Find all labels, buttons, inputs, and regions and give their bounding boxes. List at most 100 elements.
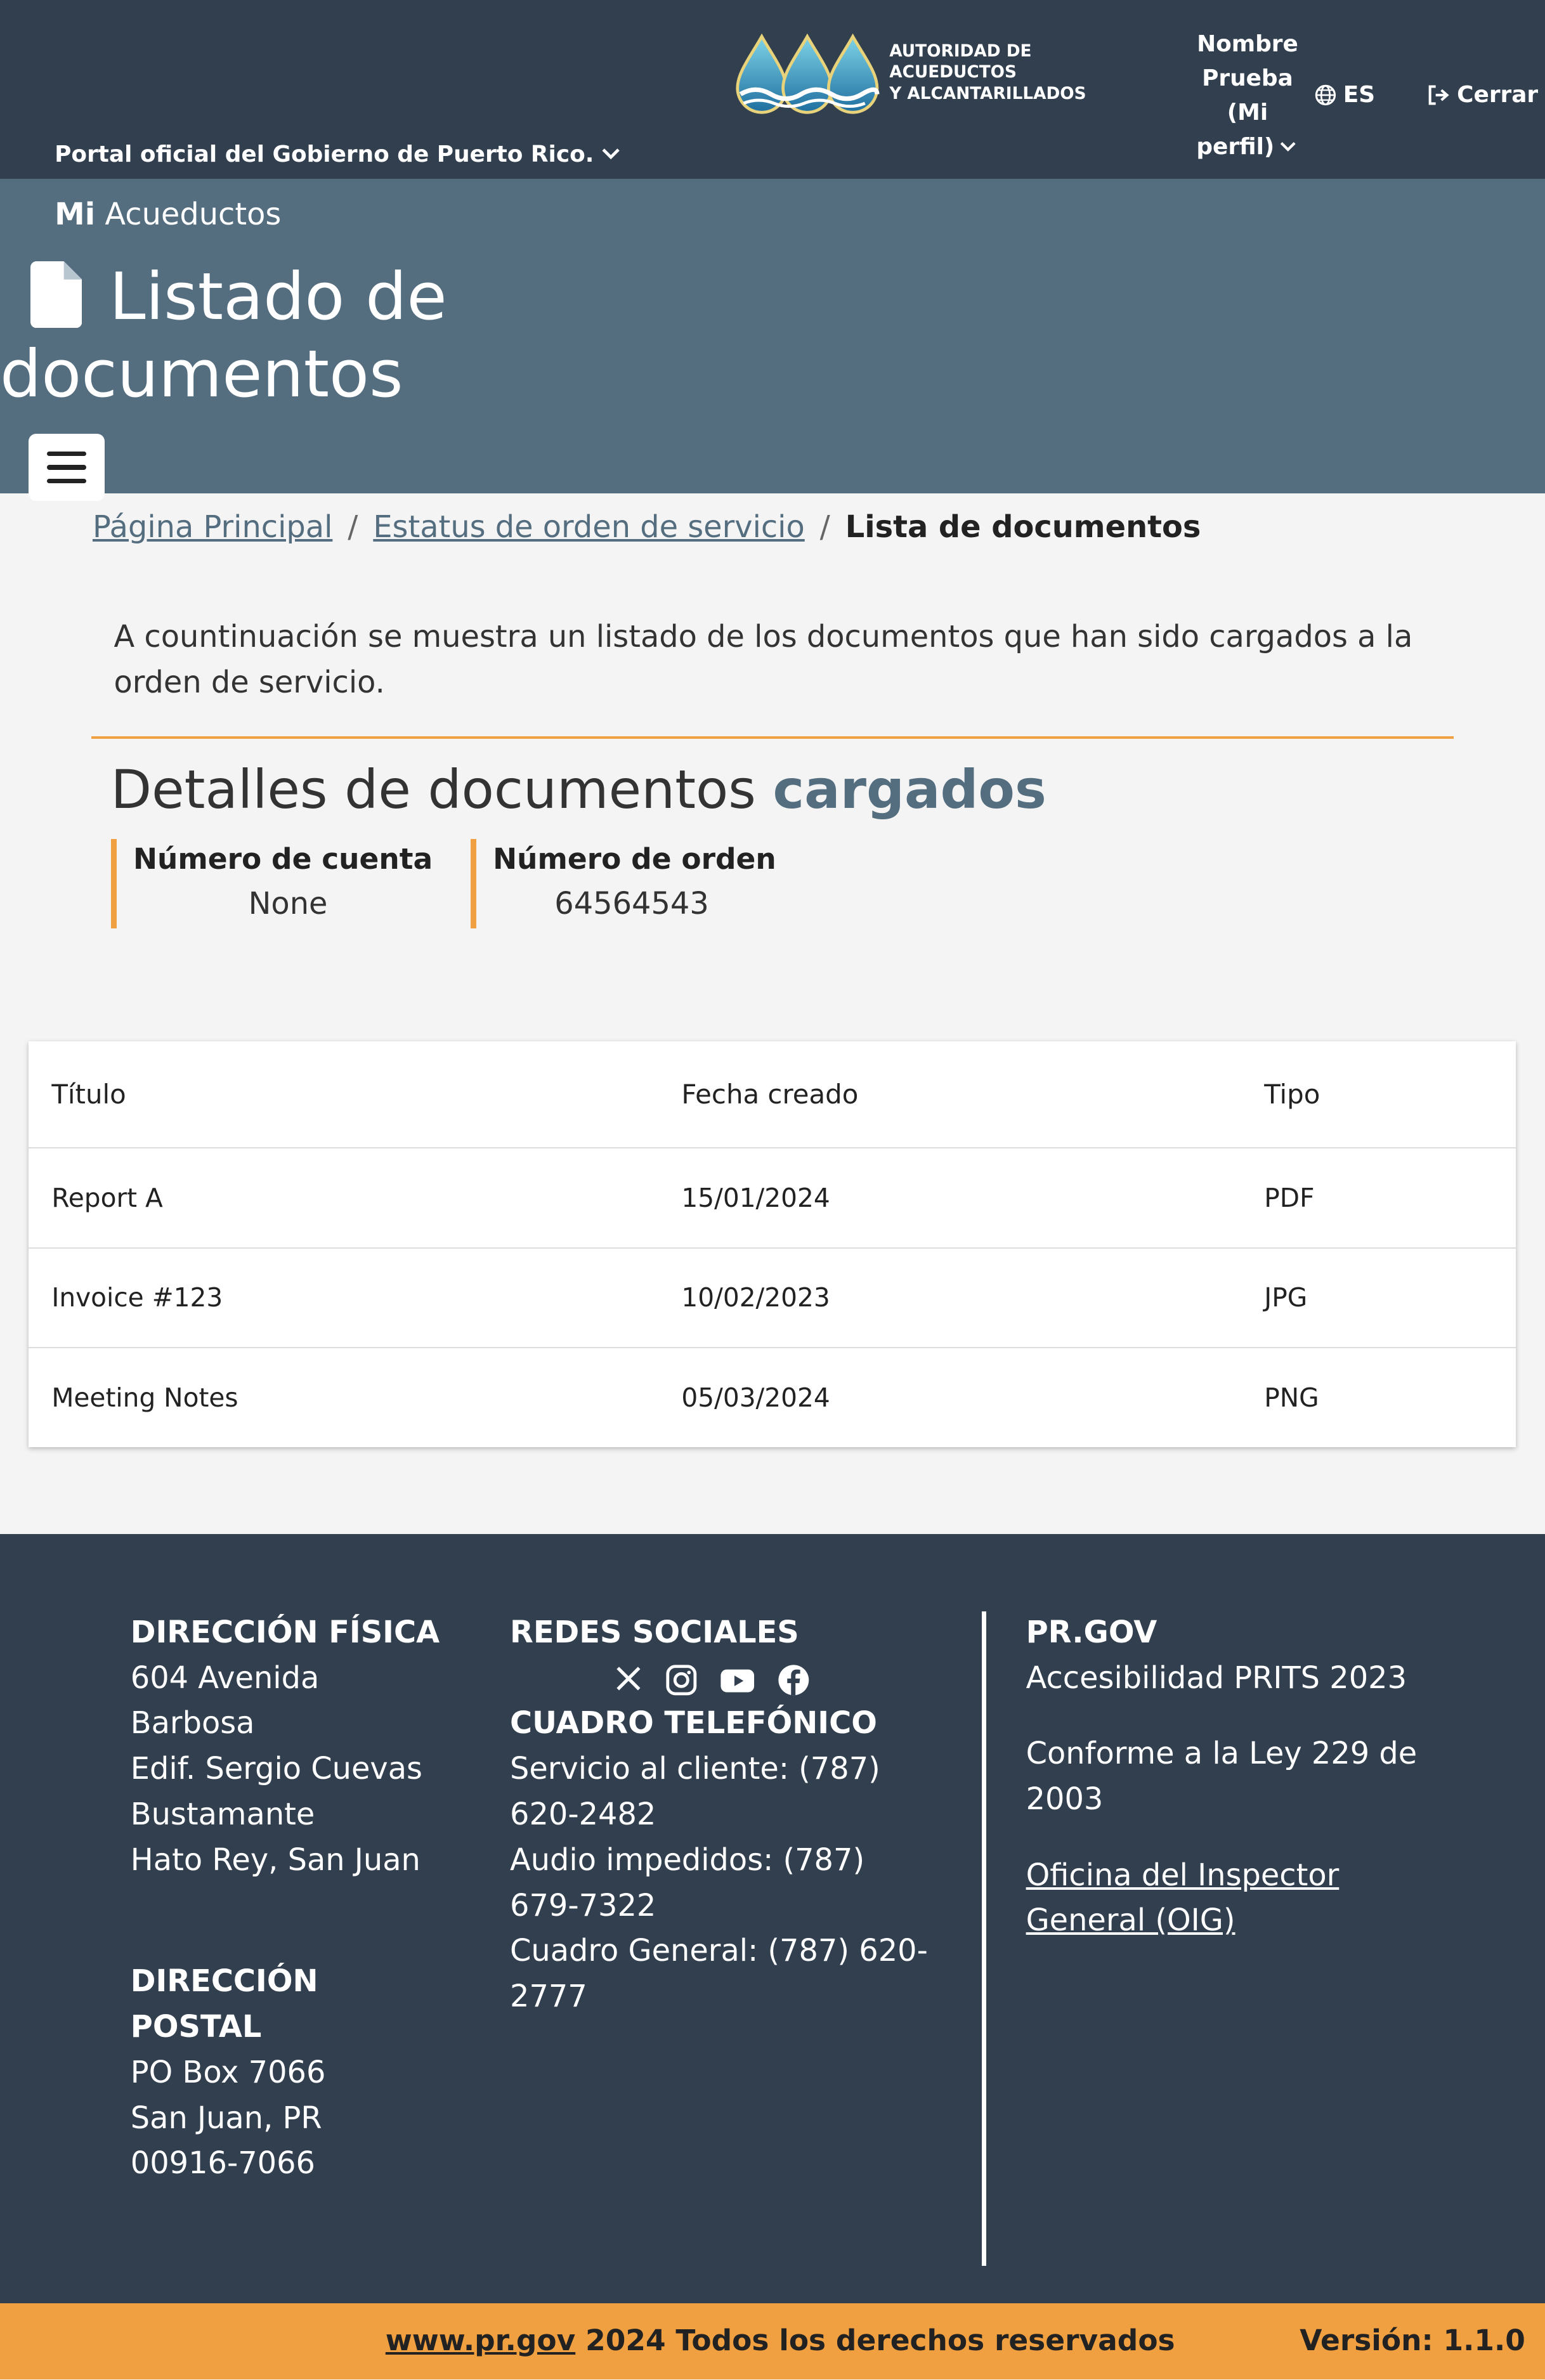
oig-link-line2: General (OIG) bbox=[1026, 1903, 1235, 1939]
phone-title: CUADRO TELEFÓNICO bbox=[510, 1706, 877, 1741]
language-selector[interactable]: ES bbox=[1314, 82, 1375, 108]
footer-contact: REDES SOCIALES CUADRO TELEFÓNICO Servici… bbox=[510, 1610, 950, 2020]
top-bar: Portal oficial del Gobierno de Puerto Ri… bbox=[0, 0, 1545, 179]
postal-address-title-2: POSTAL bbox=[130, 2010, 262, 2045]
copyright-text: www.pr.gov 2024 Todos los derechos reser… bbox=[386, 2324, 1175, 2357]
page-title-line1: Listado de bbox=[109, 258, 447, 335]
oig-link[interactable]: Oficina del Inspector General (OIG) bbox=[1026, 1853, 1482, 1944]
phone-line: Servicio al cliente: (787) bbox=[510, 1752, 880, 1787]
phone-line: 620-2482 bbox=[510, 1797, 656, 1832]
order-number-value: 64564543 bbox=[554, 886, 709, 921]
phone-line: 679-7322 bbox=[510, 1888, 656, 1923]
order-number-label: Número de orden bbox=[493, 842, 776, 876]
breadcrumb-status-link[interactable]: Estatus de orden de servicio bbox=[373, 510, 804, 545]
cell-date: 15/01/2024 bbox=[681, 1182, 830, 1213]
account-number-value: None bbox=[248, 886, 328, 921]
footer-vertical-divider bbox=[982, 1611, 987, 2266]
cell-title: Meeting Notes bbox=[51, 1382, 238, 1413]
phone-line: Audio impedidos: (787) bbox=[510, 1842, 865, 1878]
cell-title: Report A bbox=[51, 1182, 163, 1213]
chevron-down-icon bbox=[602, 148, 620, 160]
social-links bbox=[613, 1663, 950, 1697]
youtube-icon[interactable] bbox=[719, 1663, 755, 1697]
column-header-title[interactable]: Título bbox=[29, 1079, 681, 1110]
phone-line: Cuadro General: (787) 620- bbox=[510, 1934, 928, 1969]
prgov-title: PR.GOV bbox=[1026, 1615, 1157, 1650]
column-header-date[interactable]: Fecha creado bbox=[681, 1079, 1264, 1110]
profile-name-line1: Nombre bbox=[1197, 31, 1298, 58]
cell-title: Invoice #123 bbox=[51, 1282, 223, 1313]
page-title: Listado de documentos bbox=[0, 258, 607, 413]
file-icon bbox=[30, 261, 82, 328]
profile-name-line2: Prueba bbox=[1202, 65, 1293, 91]
column-header-type[interactable]: Tipo bbox=[1264, 1079, 1516, 1110]
instagram-icon[interactable] bbox=[665, 1663, 698, 1697]
copyright-bar: www.pr.gov 2024 Todos los derechos reser… bbox=[0, 2303, 1545, 2380]
social-title: REDES SOCIALES bbox=[510, 1615, 799, 1650]
cell-date: 05/03/2024 bbox=[681, 1382, 830, 1413]
address-line: Hato Rey, San Juan bbox=[130, 1842, 420, 1878]
brand-rest: Acueductos bbox=[105, 197, 282, 233]
hamburger-line bbox=[47, 478, 87, 484]
physical-address-title: DIRECCIÓN FÍSICA bbox=[130, 1615, 440, 1650]
hamburger-line bbox=[47, 465, 87, 470]
table-row[interactable]: Invoice #123 10/02/2023 JPG bbox=[29, 1247, 1516, 1348]
order-number-field: Número de orden 64564543 bbox=[470, 839, 788, 929]
breadcrumb-separator: / bbox=[819, 510, 830, 545]
hamburger-menu-button[interactable] bbox=[29, 434, 105, 501]
phone-line: 2777 bbox=[510, 1979, 587, 2015]
account-number-label: Número de cuenta bbox=[133, 842, 433, 876]
prgov-law-line1: Conforme a la Ley 229 de bbox=[1026, 1736, 1418, 1772]
logo-text-line2: Y ALCANTARILLADOS bbox=[889, 84, 1086, 103]
postal-line: 00916-7066 bbox=[130, 2146, 316, 2182]
hamburger-line bbox=[47, 451, 87, 457]
cell-type: PDF bbox=[1264, 1182, 1315, 1213]
gov-portal-label: Portal oficial del Gobierno de Puerto Ri… bbox=[55, 141, 594, 167]
aaa-logo[interactable]: AUTORIDAD DE ACUEDUCTOS Y ALCANTARILLADO… bbox=[734, 30, 1163, 115]
footer: DIRECCIÓN FÍSICA 604 Avenida Barbosa Edi… bbox=[0, 1534, 1545, 2304]
water-drops-logo-icon bbox=[736, 33, 880, 114]
logout-button[interactable]: Cerrar bbox=[1426, 82, 1538, 108]
prgov-law-line2: 2003 bbox=[1026, 1782, 1104, 1818]
prgov-site-link[interactable]: www.pr.gov bbox=[386, 2324, 575, 2357]
table-row[interactable]: Report A 15/01/2024 PDF bbox=[29, 1147, 1516, 1247]
footer-prgov: PR.GOV Accesibilidad PRITS 2023 Conforme… bbox=[1026, 1610, 1482, 1944]
page-hero: Mi Acueductos Listado de documentos bbox=[0, 179, 1545, 501]
documents-table: Título Fecha creado Tipo Report A 15/01/… bbox=[29, 1041, 1516, 1447]
rights-text: 2024 Todos los derechos reservados bbox=[585, 2323, 1175, 2357]
address-line: 604 Avenida bbox=[130, 1660, 320, 1696]
facebook-icon[interactable] bbox=[777, 1663, 811, 1697]
cell-date: 10/02/2023 bbox=[681, 1282, 830, 1313]
breadcrumb-current: Lista de documentos bbox=[845, 510, 1201, 545]
address-line: Edif. Sergio Cuevas bbox=[130, 1752, 422, 1787]
section-divider bbox=[91, 736, 1454, 739]
brand-name: Mi Acueductos bbox=[55, 197, 281, 232]
intro-text: A countinuación se muestra un listado de… bbox=[114, 620, 1413, 700]
logo-text-line1: AUTORIDAD DE ACUEDUCTOS bbox=[889, 41, 1032, 82]
postal-line: PO Box 7066 bbox=[130, 2055, 326, 2090]
table-row[interactable]: Meeting Notes 05/03/2024 PNG bbox=[29, 1347, 1516, 1447]
breadcrumb-separator: / bbox=[348, 510, 358, 545]
x-icon[interactable] bbox=[613, 1663, 644, 1697]
prgov-accessibility: Accesibilidad PRITS 2023 bbox=[1026, 1660, 1407, 1696]
profile-name-line4: perfil) bbox=[1196, 133, 1275, 160]
details-title-regular: Detalles de documentos bbox=[110, 758, 756, 821]
address-line: Bustamante bbox=[130, 1797, 315, 1832]
account-number-field: Número de cuenta None bbox=[110, 839, 460, 929]
oig-link-line1: Oficina del Inspector bbox=[1026, 1857, 1340, 1893]
details-title-bold: cargados bbox=[772, 758, 1046, 821]
cell-type: JPG bbox=[1264, 1282, 1308, 1313]
language-label: ES bbox=[1343, 82, 1376, 108]
page-title-line2: documentos bbox=[0, 335, 403, 412]
gov-portal-dropdown[interactable]: Portal oficial del Gobierno de Puerto Ri… bbox=[55, 141, 623, 167]
details-title: Detalles de documentos cargados bbox=[111, 758, 1046, 821]
profile-menu[interactable]: Nombre Prueba (Mi perfil) bbox=[1189, 27, 1307, 164]
globe-icon bbox=[1315, 84, 1336, 105]
logout-label: Cerrar bbox=[1457, 82, 1539, 108]
breadcrumb-home-link[interactable]: Página Principal bbox=[93, 510, 332, 545]
profile-name-line3: (Mi bbox=[1227, 99, 1268, 126]
breadcrumb: Página Principal / Estatus de orden de s… bbox=[93, 510, 1201, 545]
table-header-row: Título Fecha creado Tipo bbox=[29, 1041, 1516, 1148]
sign-out-icon bbox=[1428, 85, 1449, 105]
